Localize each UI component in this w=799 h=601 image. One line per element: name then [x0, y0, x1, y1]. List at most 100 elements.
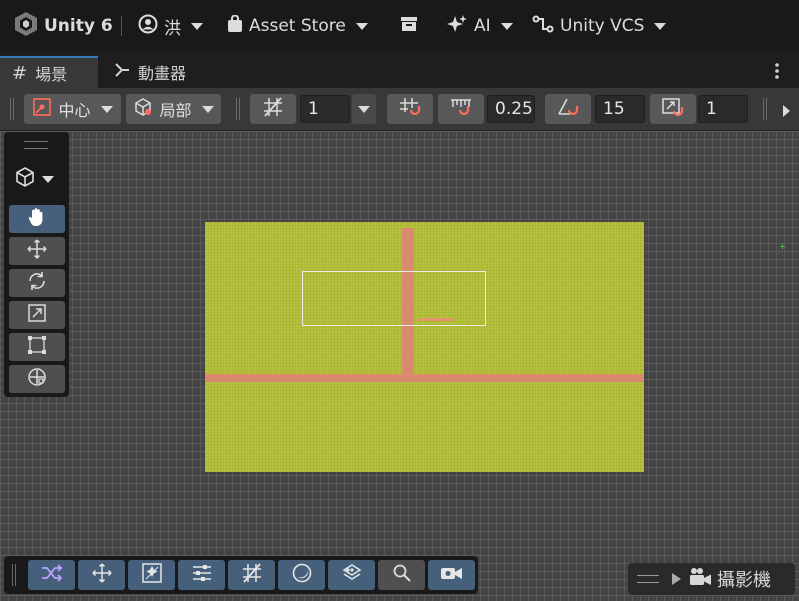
increment-snap-toggle[interactable] [438, 94, 484, 124]
account-label: 洪 [164, 18, 181, 39]
horizontal-road[interactable] [205, 374, 644, 382]
top-bar: Unity 6 洪 Asset Store AI Unity VCS [0, 0, 799, 52]
scene-overlay-toolbar [4, 556, 478, 594]
cube-icon [14, 166, 36, 192]
view-tool-button[interactable] [9, 205, 65, 233]
search-button[interactable] [378, 560, 425, 590]
search-icon [392, 563, 412, 587]
scene-gizmo-marker [780, 234, 785, 249]
hand-icon [26, 206, 48, 232]
grid-size-input[interactable]: 1 [300, 95, 350, 123]
unity-logo-icon [14, 11, 38, 42]
selection-outline[interactable] [302, 271, 486, 326]
toolbar-overflow-icon[interactable] [782, 102, 790, 121]
unity-menu[interactable]: Unity 6 [14, 11, 113, 42]
account-menu[interactable]: 洪 [138, 13, 203, 39]
local-space-icon [133, 97, 153, 121]
pivot-icon [32, 97, 52, 121]
chevron-down-icon [500, 22, 513, 30]
expand-arrow-icon[interactable] [671, 569, 681, 590]
lighting-toggle-button[interactable] [278, 560, 325, 590]
tab-animator[interactable]: 動畫器 [102, 56, 212, 88]
chevron-down-icon [191, 22, 203, 30]
grid-off-icon [241, 562, 263, 588]
ai-menu[interactable]: AI [446, 13, 513, 39]
scale-snap-toggle[interactable] [650, 94, 696, 124]
tools-overlay [4, 132, 69, 397]
moon-icon [291, 562, 313, 588]
move-snap-input[interactable]: 0.25 [487, 95, 535, 123]
tab-scene[interactable]: # 場景 [0, 56, 98, 88]
scale-icon [26, 302, 48, 328]
chevron-down-icon [201, 105, 214, 113]
shuffle-icon [40, 563, 64, 587]
space-label: 局部 [159, 101, 192, 120]
camera-eye-icon [440, 563, 464, 587]
gizmo-move-button[interactable] [78, 560, 125, 590]
grid-size-dropdown[interactable] [352, 94, 376, 124]
pivot-mode-dropdown[interactable]: 中心 [24, 94, 121, 124]
grid-snap-toggle[interactable] [387, 94, 433, 124]
transform-icon [26, 366, 48, 392]
toolbar-grip[interactable] [763, 98, 767, 120]
ruler-snap-icon [449, 96, 473, 122]
grid-visibility-toggle[interactable] [250, 94, 296, 124]
space-mode-dropdown[interactable]: 局部 [126, 94, 221, 124]
toolbar-grip[interactable] [10, 98, 14, 120]
move-arrows-icon [26, 238, 48, 264]
move-tool-button[interactable] [9, 237, 65, 265]
rect-tool-button[interactable] [9, 333, 65, 361]
scale-snap-input[interactable]: 1 [698, 95, 748, 123]
divider [121, 16, 122, 36]
panel-grip[interactable] [637, 575, 659, 583]
scale-snap-icon [661, 96, 685, 122]
camera-visibility-button[interactable] [428, 560, 475, 590]
layers-button[interactable] [328, 560, 375, 590]
transform-tool-button[interactable] [9, 365, 65, 393]
selected-object[interactable] [418, 318, 454, 321]
pivot-label: 中心 [58, 101, 91, 120]
rotate-tool-button[interactable] [9, 269, 65, 297]
rotate-snap-input[interactable]: 15 [595, 95, 645, 123]
version-control-icon [532, 15, 554, 38]
camera-overlay[interactable]: 攝影機 [628, 563, 795, 595]
rect-transform-icon [26, 334, 48, 360]
camera-label: 攝影機 [717, 570, 771, 591]
camera-icon [689, 567, 713, 592]
animator-icon [114, 62, 130, 82]
rotate-snap-toggle[interactable] [545, 94, 591, 124]
toolbar-grip[interactable] [236, 98, 240, 120]
vcs-label: Unity VCS [560, 16, 645, 36]
chevron-down-icon [100, 105, 113, 113]
sliders-icon [191, 562, 213, 588]
visual-effects-button[interactable] [128, 560, 175, 590]
chevron-down-icon [654, 22, 667, 30]
vcs-menu[interactable]: Unity VCS [532, 13, 667, 39]
chevron-down-icon [355, 22, 368, 30]
tab-label: 場景 [35, 65, 68, 84]
shopping-bag-icon [227, 14, 243, 38]
grid-off-icon [262, 96, 284, 122]
app-title: Unity 6 [44, 16, 113, 36]
chevron-down-icon [358, 105, 370, 113]
asset-store-label: Asset Store [249, 16, 346, 36]
archive-button[interactable] [400, 13, 418, 39]
ground-plane[interactable] [205, 222, 644, 472]
draw-mode-button[interactable] [28, 560, 75, 590]
toolbar-grip[interactable] [12, 564, 16, 586]
angle-snap-icon [556, 96, 580, 122]
grid-settings-button[interactable] [228, 560, 275, 590]
asset-store-menu[interactable]: Asset Store [227, 13, 368, 39]
scene-settings-button[interactable] [178, 560, 225, 590]
panel-grip[interactable] [24, 141, 48, 149]
ai-label: AI [474, 16, 491, 36]
tool-context-dropdown[interactable] [14, 166, 54, 192]
tab-label: 動畫器 [138, 64, 187, 83]
archive-icon [400, 16, 418, 37]
more-options-icon[interactable] [774, 61, 780, 81]
grid-icon: # [12, 62, 28, 84]
effects-icon [141, 562, 163, 588]
layers-icon [341, 562, 363, 588]
scale-tool-button[interactable] [9, 301, 65, 329]
sparkle-icon [446, 14, 468, 39]
